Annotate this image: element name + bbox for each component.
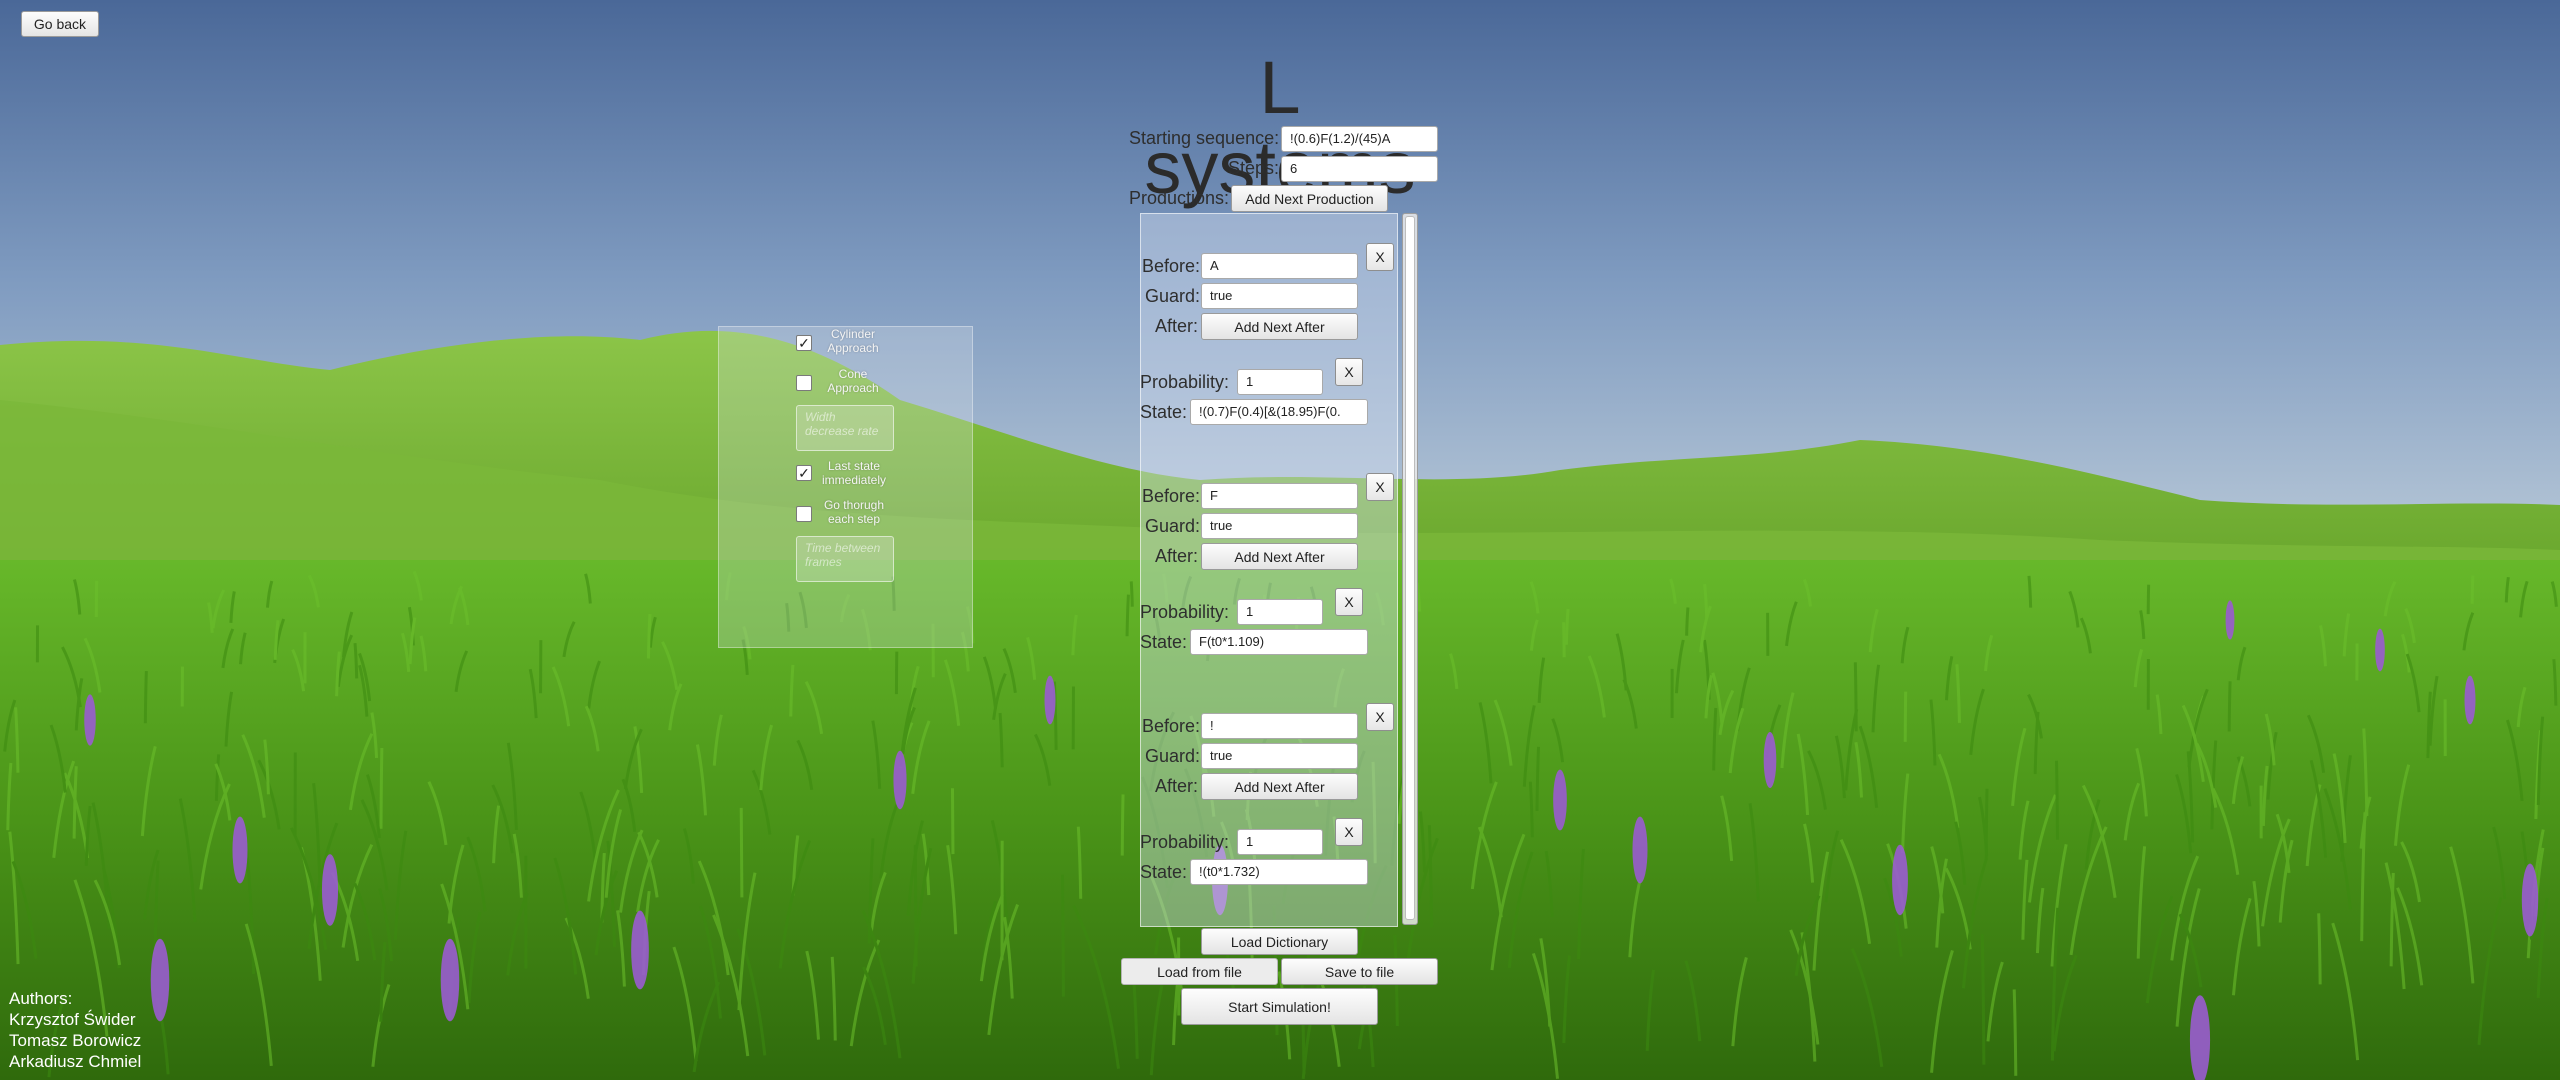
- probability-input[interactable]: 1: [1237, 369, 1323, 395]
- state-input[interactable]: !(0.7)F(0.4)[&(18.95)F(0.: [1190, 399, 1368, 425]
- state-label: State:: [1140, 862, 1188, 882]
- guard-input[interactable]: true: [1201, 513, 1358, 539]
- steps-input[interactable]: 6: [1281, 156, 1438, 182]
- before-label: Before:: [1142, 486, 1201, 506]
- productions-scrollbar-thumb[interactable]: [1405, 216, 1415, 920]
- width-decrease-rate-input[interactable]: Width decrease rate: [796, 405, 894, 451]
- add-next-after-button[interactable]: Add Next After: [1201, 313, 1358, 340]
- cylinder-approach-label: Cylinder Approach: [827, 327, 879, 355]
- state-input[interactable]: !(t0*1.732): [1190, 859, 1368, 885]
- remove-after-button[interactable]: X: [1335, 818, 1363, 846]
- probability-label: Probability:: [1140, 372, 1230, 392]
- guard-input[interactable]: true: [1201, 283, 1358, 309]
- cone-approach-checkbox[interactable]: [796, 375, 812, 391]
- guard-label: Guard:: [1145, 516, 1201, 536]
- add-next-after-button[interactable]: Add Next After: [1201, 543, 1358, 570]
- cone-approach-label: Cone Approach: [827, 367, 879, 395]
- guard-label: Guard:: [1145, 286, 1201, 306]
- author-name: Tomasz Borowicz: [9, 1031, 142, 1050]
- authors-heading: Authors:: [9, 989, 73, 1008]
- probability-input[interactable]: 1: [1237, 829, 1323, 855]
- load-dictionary-button[interactable]: Load Dictionary: [1201, 928, 1358, 955]
- before-input[interactable]: A: [1201, 253, 1358, 279]
- before-input[interactable]: F: [1201, 483, 1358, 509]
- before-label: Before:: [1142, 716, 1201, 736]
- probability-input[interactable]: 1: [1237, 599, 1323, 625]
- guard-label: Guard:: [1145, 746, 1201, 766]
- add-next-production-button[interactable]: Add Next Production: [1231, 185, 1388, 212]
- after-label: After:: [1155, 546, 1199, 566]
- time-between-frames-input[interactable]: Time between frames: [796, 536, 894, 582]
- probability-label: Probability:: [1140, 602, 1230, 622]
- guard-input[interactable]: true: [1201, 743, 1358, 769]
- start-simulation-button[interactable]: Start Simulation!: [1181, 988, 1378, 1025]
- productions-label: Productions:: [1129, 188, 1230, 208]
- author-name: Arkadiusz Chmiel: [9, 1052, 142, 1071]
- after-label: After:: [1155, 316, 1199, 336]
- author-name: Krzysztof Świder: [9, 1010, 136, 1029]
- last-state-immediately-label: Last state immediately: [821, 459, 887, 487]
- steps-label: Steps:: [1228, 158, 1280, 178]
- remove-production-button[interactable]: X: [1366, 703, 1394, 731]
- starting-sequence-input[interactable]: !(0.6)F(1.2)/(45)A: [1281, 126, 1438, 152]
- go-through-each-step-checkbox[interactable]: [796, 506, 812, 522]
- remove-after-button[interactable]: X: [1335, 588, 1363, 616]
- cylinder-approach-checkbox[interactable]: ✓: [796, 335, 812, 351]
- remove-production-button[interactable]: X: [1366, 473, 1394, 501]
- remove-production-button[interactable]: X: [1366, 243, 1394, 271]
- go-back-button[interactable]: Go back: [21, 11, 99, 37]
- starting-sequence-label: Starting sequence:: [1129, 128, 1280, 148]
- state-label: State:: [1140, 402, 1188, 422]
- remove-after-button[interactable]: X: [1335, 358, 1363, 386]
- probability-label: Probability:: [1140, 832, 1230, 852]
- state-label: State:: [1140, 632, 1188, 652]
- save-to-file-button[interactable]: Save to file: [1281, 958, 1438, 985]
- state-input[interactable]: F(t0*1.109): [1190, 629, 1368, 655]
- last-state-immediately-checkbox[interactable]: ✓: [796, 465, 812, 481]
- go-through-each-step-label: Go thorugh each step: [823, 498, 885, 526]
- before-label: Before:: [1142, 256, 1201, 276]
- before-input[interactable]: !: [1201, 713, 1358, 739]
- load-from-file-button[interactable]: Load from file: [1121, 958, 1278, 985]
- add-next-after-button[interactable]: Add Next After: [1201, 773, 1358, 800]
- authors-credits: Authors: Krzysztof Świder Tomasz Borowic…: [9, 988, 141, 1072]
- after-label: After:: [1155, 776, 1199, 796]
